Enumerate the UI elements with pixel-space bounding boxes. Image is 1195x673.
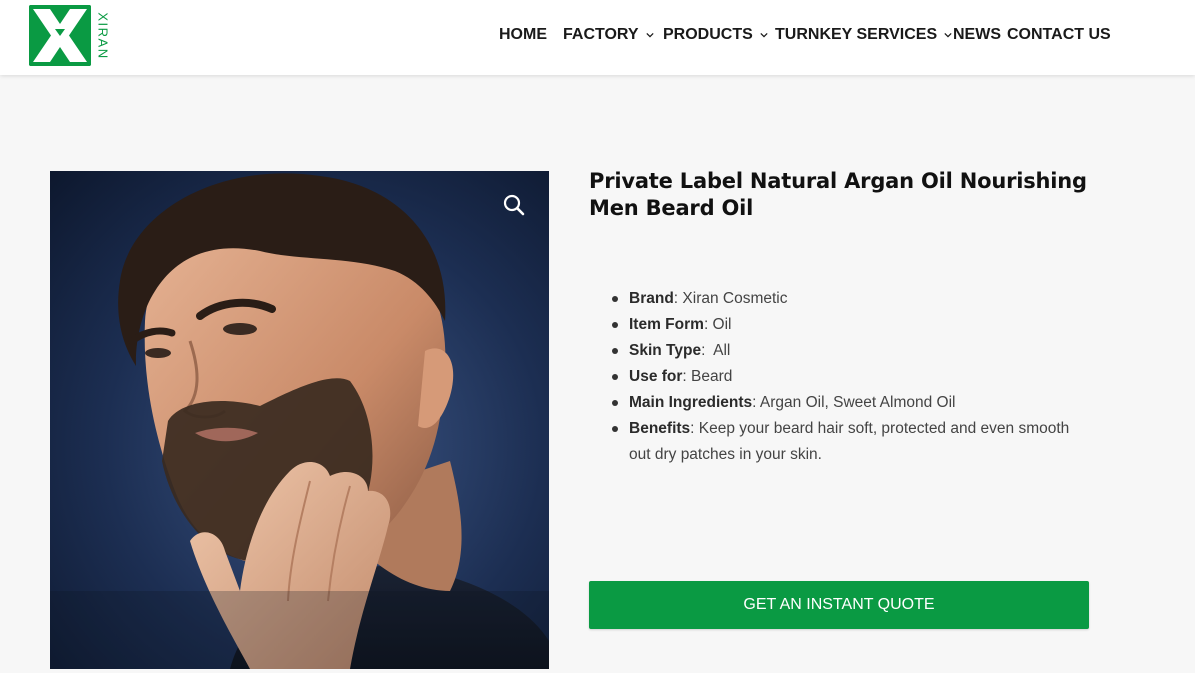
nav-contact-us-label: CONTACT US bbox=[1007, 26, 1111, 43]
nav-products[interactable]: PRODUCTS bbox=[663, 26, 768, 44]
spec-label: Benefits bbox=[629, 420, 691, 437]
nav-news-label: NEWS bbox=[953, 26, 1001, 43]
nav-turnkey-services-label: TURNKEY SERVICES bbox=[775, 26, 938, 43]
nav-home[interactable]: HOME bbox=[499, 26, 547, 44]
spec-label: Brand bbox=[629, 290, 674, 307]
nav-home-label: HOME bbox=[499, 26, 547, 43]
spec-value: : Xiran Cosmetic bbox=[673, 290, 788, 307]
spec-value: : Oil bbox=[703, 316, 732, 333]
spec-label: Use for bbox=[629, 368, 683, 385]
spec-value: : All bbox=[701, 342, 731, 359]
spec-item-item-form: Item Form: Oil bbox=[611, 312, 1091, 338]
chevron-down-icon bbox=[645, 32, 654, 38]
nav-news[interactable]: NEWS bbox=[953, 26, 1001, 44]
spec-label: Main Ingredients bbox=[629, 394, 753, 411]
nav-factory[interactable]: FACTORY bbox=[563, 26, 654, 44]
chevron-down-icon bbox=[760, 32, 768, 38]
spec-label: Skin Type bbox=[629, 342, 702, 359]
site-header: XIRAN HOME FACTORY PRODUCTS TURNKEY SERV… bbox=[0, 0, 1195, 75]
chevron-down-icon bbox=[944, 32, 952, 38]
nav-turnkey-services[interactable]: TURNKEY SERVICES bbox=[775, 26, 952, 44]
get-instant-quote-button[interactable]: GET AN INSTANT QUOTE bbox=[589, 581, 1089, 629]
spec-label: Item Form bbox=[629, 316, 704, 333]
product-title: Private Label Natural Argan Oil Nourishi… bbox=[589, 169, 1087, 220]
nav-factory-label: FACTORY bbox=[563, 26, 639, 43]
man-applying-beard-oil-photo bbox=[50, 171, 549, 669]
spec-value: : Beard bbox=[682, 368, 733, 385]
product-specs-list: Brand: Xiran Cosmetic Item Form: Oil Ski… bbox=[611, 286, 1091, 468]
spec-item-benefits: Benefits: Keep your beard hair soft, pro… bbox=[611, 416, 1091, 468]
zoom-icon[interactable] bbox=[501, 192, 527, 218]
spec-item-use-for: Use for: Beard bbox=[611, 364, 1091, 390]
spec-value: : Keep your beard hair soft, protected a… bbox=[629, 420, 1070, 463]
logo-wordmark: XIRAN bbox=[95, 12, 111, 60]
product-image[interactable] bbox=[50, 171, 549, 669]
spec-item-skin-type: Skin Type: All bbox=[611, 338, 1091, 364]
xiran-logo[interactable]: XIRAN bbox=[29, 5, 111, 67]
xiran-logo-mark bbox=[29, 5, 91, 66]
nav-products-label: PRODUCTS bbox=[663, 26, 753, 43]
spec-value: : Argan Oil, Sweet Almond Oil bbox=[752, 394, 956, 411]
nav-contact-us[interactable]: CONTACT US bbox=[1007, 26, 1111, 44]
spec-item-brand: Brand: Xiran Cosmetic bbox=[611, 286, 1091, 312]
spec-item-main-ingredients: Main Ingredients: Argan Oil, Sweet Almon… bbox=[611, 390, 1091, 416]
